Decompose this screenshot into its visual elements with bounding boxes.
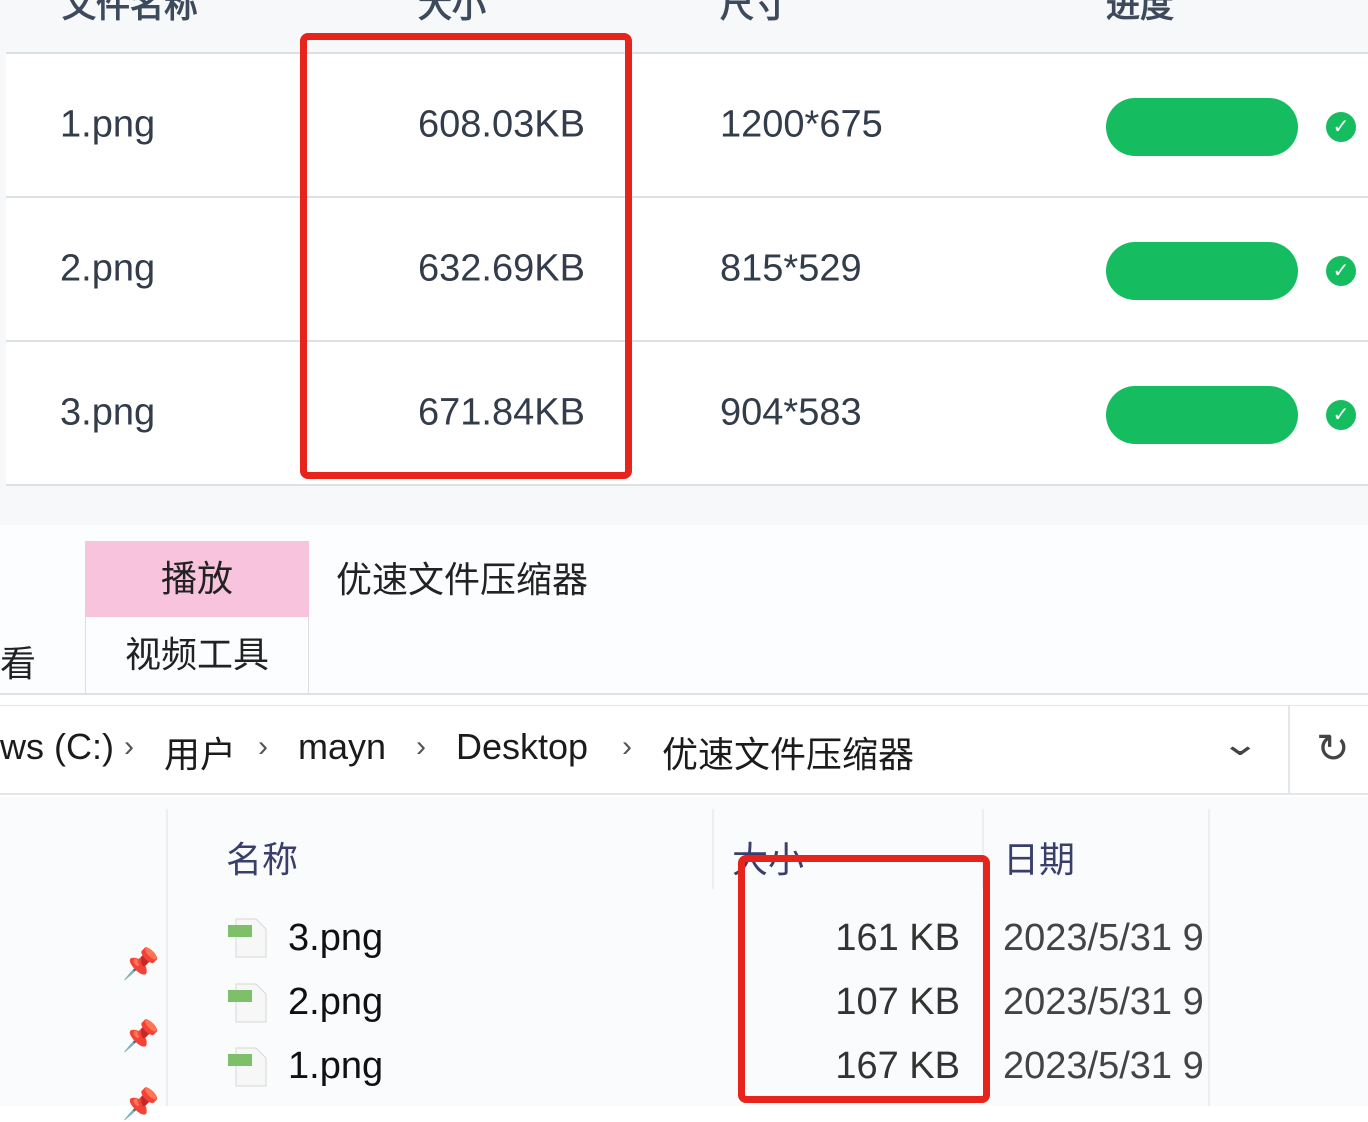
table-row[interactable]: 2.png 632.69KB 815*529 ✓ [6,198,1368,342]
column-header-name[interactable]: 名称 [226,831,298,883]
pin-icon[interactable]: 📌 [122,947,159,982]
tab-video-tools[interactable]: 视频工具 [85,617,309,695]
file-date: 2023/5/31 9 [1003,1045,1208,1088]
breadcrumb-drive[interactable]: ws (C:) [0,726,114,768]
file-date: 2023/5/31 9 [1003,981,1208,1024]
explorer-file-list: 名称 大小 日期 📌 📌 📌 3.png 161 KB 2023/5/31 9 … [0,797,1368,1106]
column-header-date[interactable]: 日期 [1003,831,1075,883]
file-date: 2023/5/31 9 [1003,917,1208,960]
chevron-right-icon: › [124,730,134,764]
tab-play[interactable]: 播放 [85,541,309,617]
highlight-box-compressed-sizes [738,855,990,1103]
png-file-icon [228,982,268,1024]
window-title: 优速文件压缩器 [336,551,588,603]
breadcrumb-desktop[interactable]: Desktop [456,726,588,768]
pin-icon[interactable]: 📌 [122,1087,159,1122]
breadcrumb-folder[interactable]: 优速文件压缩器 [662,726,914,778]
column-header-progress: 进度 [1106,0,1174,27]
column-header-filename: 文件名称 [62,0,198,27]
address-bar[interactable]: ws (C:) › 用户 › mayn › Desktop › 优速文件压缩器 … [0,705,1368,795]
refresh-icon[interactable]: ↻ [1316,726,1350,772]
chevron-right-icon: › [258,730,268,764]
file-name: 2.png [60,248,155,291]
breadcrumb-user[interactable]: mayn [298,726,386,768]
ribbon-tab-view[interactable]: 看 [0,635,36,687]
chevron-right-icon: › [416,730,426,764]
highlight-box-original-sizes [300,33,632,479]
check-icon: ✓ [1326,112,1356,142]
file-name: 1.png [60,104,155,147]
file-dimensions: 815*529 [720,248,862,291]
column-header-size: 大小 [418,0,486,27]
ribbon: 看 播放 视频工具 优速文件压缩器 [0,525,1368,695]
check-icon: ✓ [1326,400,1356,430]
pin-icon[interactable]: 📌 [122,1019,159,1054]
compressor-file-table: 文件名称 大小 尺寸 进度 1.png 608.03KB 1200*675 ✓ … [0,0,1368,525]
file-name: 2.png [288,981,383,1024]
file-name: 3.png [288,917,383,960]
chevron-right-icon: › [622,730,632,764]
png-file-icon [228,1046,268,1088]
file-name: 3.png [60,392,155,435]
check-icon: ✓ [1326,256,1356,286]
progress-bar [1106,98,1298,156]
file-name: 1.png [288,1045,383,1088]
table-row[interactable]: 1.png 608.03KB 1200*675 ✓ [6,54,1368,198]
table-row[interactable]: 3.png 671.84KB 904*583 ✓ [6,342,1368,486]
breadcrumb-users[interactable]: 用户 [164,726,236,778]
chevron-down-icon[interactable]: ⌄ [1220,724,1260,764]
png-file-icon [228,917,268,959]
progress-bar [1106,386,1298,444]
progress-bar [1106,242,1298,300]
file-dimensions: 904*583 [720,392,862,435]
column-header-dimensions: 尺寸 [720,0,788,27]
file-dimensions: 1200*675 [720,104,883,147]
